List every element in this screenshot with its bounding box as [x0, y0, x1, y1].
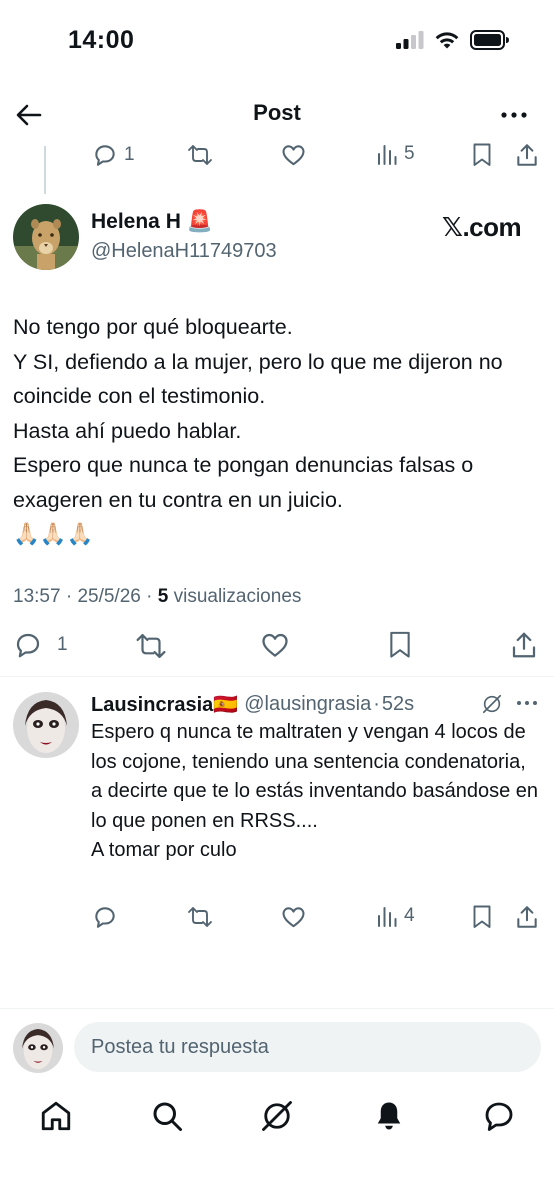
post-views-label: visualizaciones [173, 586, 302, 607]
reply-retweet-button[interactable] [186, 904, 214, 930]
message-icon [485, 1102, 513, 1131]
signal-icon [396, 31, 424, 49]
more-button[interactable] [498, 104, 530, 126]
reply-author-name[interactable]: Lausincrasia🇪🇸 [91, 692, 238, 717]
author-name-text: Helena H [91, 210, 181, 233]
grok-icon [482, 694, 502, 714]
retweet-button[interactable] [134, 631, 168, 661]
reply-more-button[interactable] [514, 693, 540, 713]
reply-bookmark-button[interactable] [470, 904, 494, 930]
reply-reply-button[interactable] [92, 904, 118, 930]
bookmark-button[interactable] [386, 630, 414, 660]
author-name[interactable]: Helena H 🚨 [91, 210, 213, 234]
more-horizontal-icon [517, 701, 537, 705]
bar-chart-icon [378, 145, 397, 165]
reply-header: Lausincrasia🇪🇸 @lausingrasia · 52s [91, 692, 414, 717]
page-title: Post [253, 100, 301, 125]
reply-icon [95, 145, 115, 166]
share-icon [517, 906, 537, 928]
post-text: No tengo por qué bloquearte. Y SI, defie… [13, 315, 503, 546]
like-button[interactable] [259, 630, 291, 660]
nav-notifications[interactable] [371, 1098, 407, 1134]
reply-views-button[interactable]: 4 [376, 904, 415, 928]
lioness-avatar [13, 204, 79, 270]
bar-chart-icon [378, 907, 397, 927]
compose-avatar [13, 1023, 63, 1073]
prev-views-count: 5 [404, 143, 415, 164]
nav-search[interactable] [149, 1098, 185, 1134]
prev-bookmark-button[interactable] [470, 142, 494, 168]
reply-text: Espero q nunca te maltraten y vengan 4 l… [91, 721, 538, 861]
post-meta: 13:57 · 25/5/26 · 5 visualizaciones [13, 586, 302, 607]
reply-time: 52s [381, 693, 415, 715]
reply-avatar[interactable] [13, 692, 79, 758]
prev-share-button[interactable] [514, 142, 540, 168]
search-icon [153, 1102, 182, 1131]
prev-retweet-button[interactable] [186, 142, 214, 168]
battery-icon [470, 30, 509, 50]
bookmark-icon [390, 631, 410, 658]
status-icons [396, 30, 510, 50]
bookmark-icon [473, 905, 491, 928]
reply-compose-input[interactable]: Postea tu respuesta [74, 1022, 541, 1072]
author-handle[interactable]: @HelenaH11749703 [91, 240, 277, 263]
heart-icon [262, 633, 288, 657]
post-time: 13:57 [13, 586, 61, 607]
bookmark-icon [473, 143, 491, 166]
more-horizontal-icon [501, 112, 527, 118]
author-avatar[interactable] [13, 204, 79, 270]
heart-icon [282, 907, 305, 928]
grok-icon [262, 1101, 292, 1131]
nav-messages[interactable] [481, 1098, 517, 1134]
prev-reply-button[interactable]: 1 [92, 142, 135, 168]
reply-author-name-text: Lausincrasia [91, 694, 214, 716]
spain-flag-emoji: 🇪🇸 [213, 694, 239, 716]
status-time: 14:00 [68, 26, 135, 54]
prev-reply-count: 1 [124, 144, 135, 165]
nav-home[interactable] [38, 1098, 74, 1134]
prev-like-button[interactable] [280, 142, 307, 168]
face-avatar [13, 692, 79, 758]
share-icon [512, 632, 536, 658]
wifi-icon [435, 31, 459, 48]
reply-icon [95, 907, 115, 928]
prev-views-button[interactable]: 5 [376, 142, 415, 166]
post-views-count: 5 [157, 586, 169, 607]
compose-placeholder: Postea tu respuesta [91, 1035, 269, 1058]
author-badge-emoji: 🚨 [186, 210, 214, 233]
xcom-watermark: 𝕏.com [442, 212, 522, 242]
reply-grok-button[interactable] [481, 693, 503, 715]
nav-grok[interactable] [259, 1098, 295, 1134]
heart-icon [282, 145, 305, 166]
reply-icon [16, 633, 40, 658]
reply-like-button[interactable] [280, 904, 307, 930]
home-icon [41, 1101, 71, 1131]
reply-share-button[interactable] [514, 904, 540, 930]
divider [0, 1008, 554, 1009]
retweet-icon [136, 633, 166, 659]
retweet-icon [188, 907, 212, 927]
reply-separator: · [373, 693, 380, 715]
divider [0, 676, 554, 677]
reply-author-handle[interactable]: @lausingrasia [244, 693, 371, 716]
reply-views-count: 4 [404, 905, 415, 926]
reply-button[interactable]: 1 [13, 630, 68, 660]
share-button[interactable] [509, 630, 539, 660]
reply-count: 1 [57, 634, 68, 655]
post-date: 25/5/26 [77, 586, 141, 607]
bell-icon [377, 1102, 401, 1130]
share-icon [517, 144, 537, 166]
retweet-icon [188, 145, 212, 165]
thread-line [44, 146, 46, 194]
face-avatar [13, 1023, 63, 1073]
